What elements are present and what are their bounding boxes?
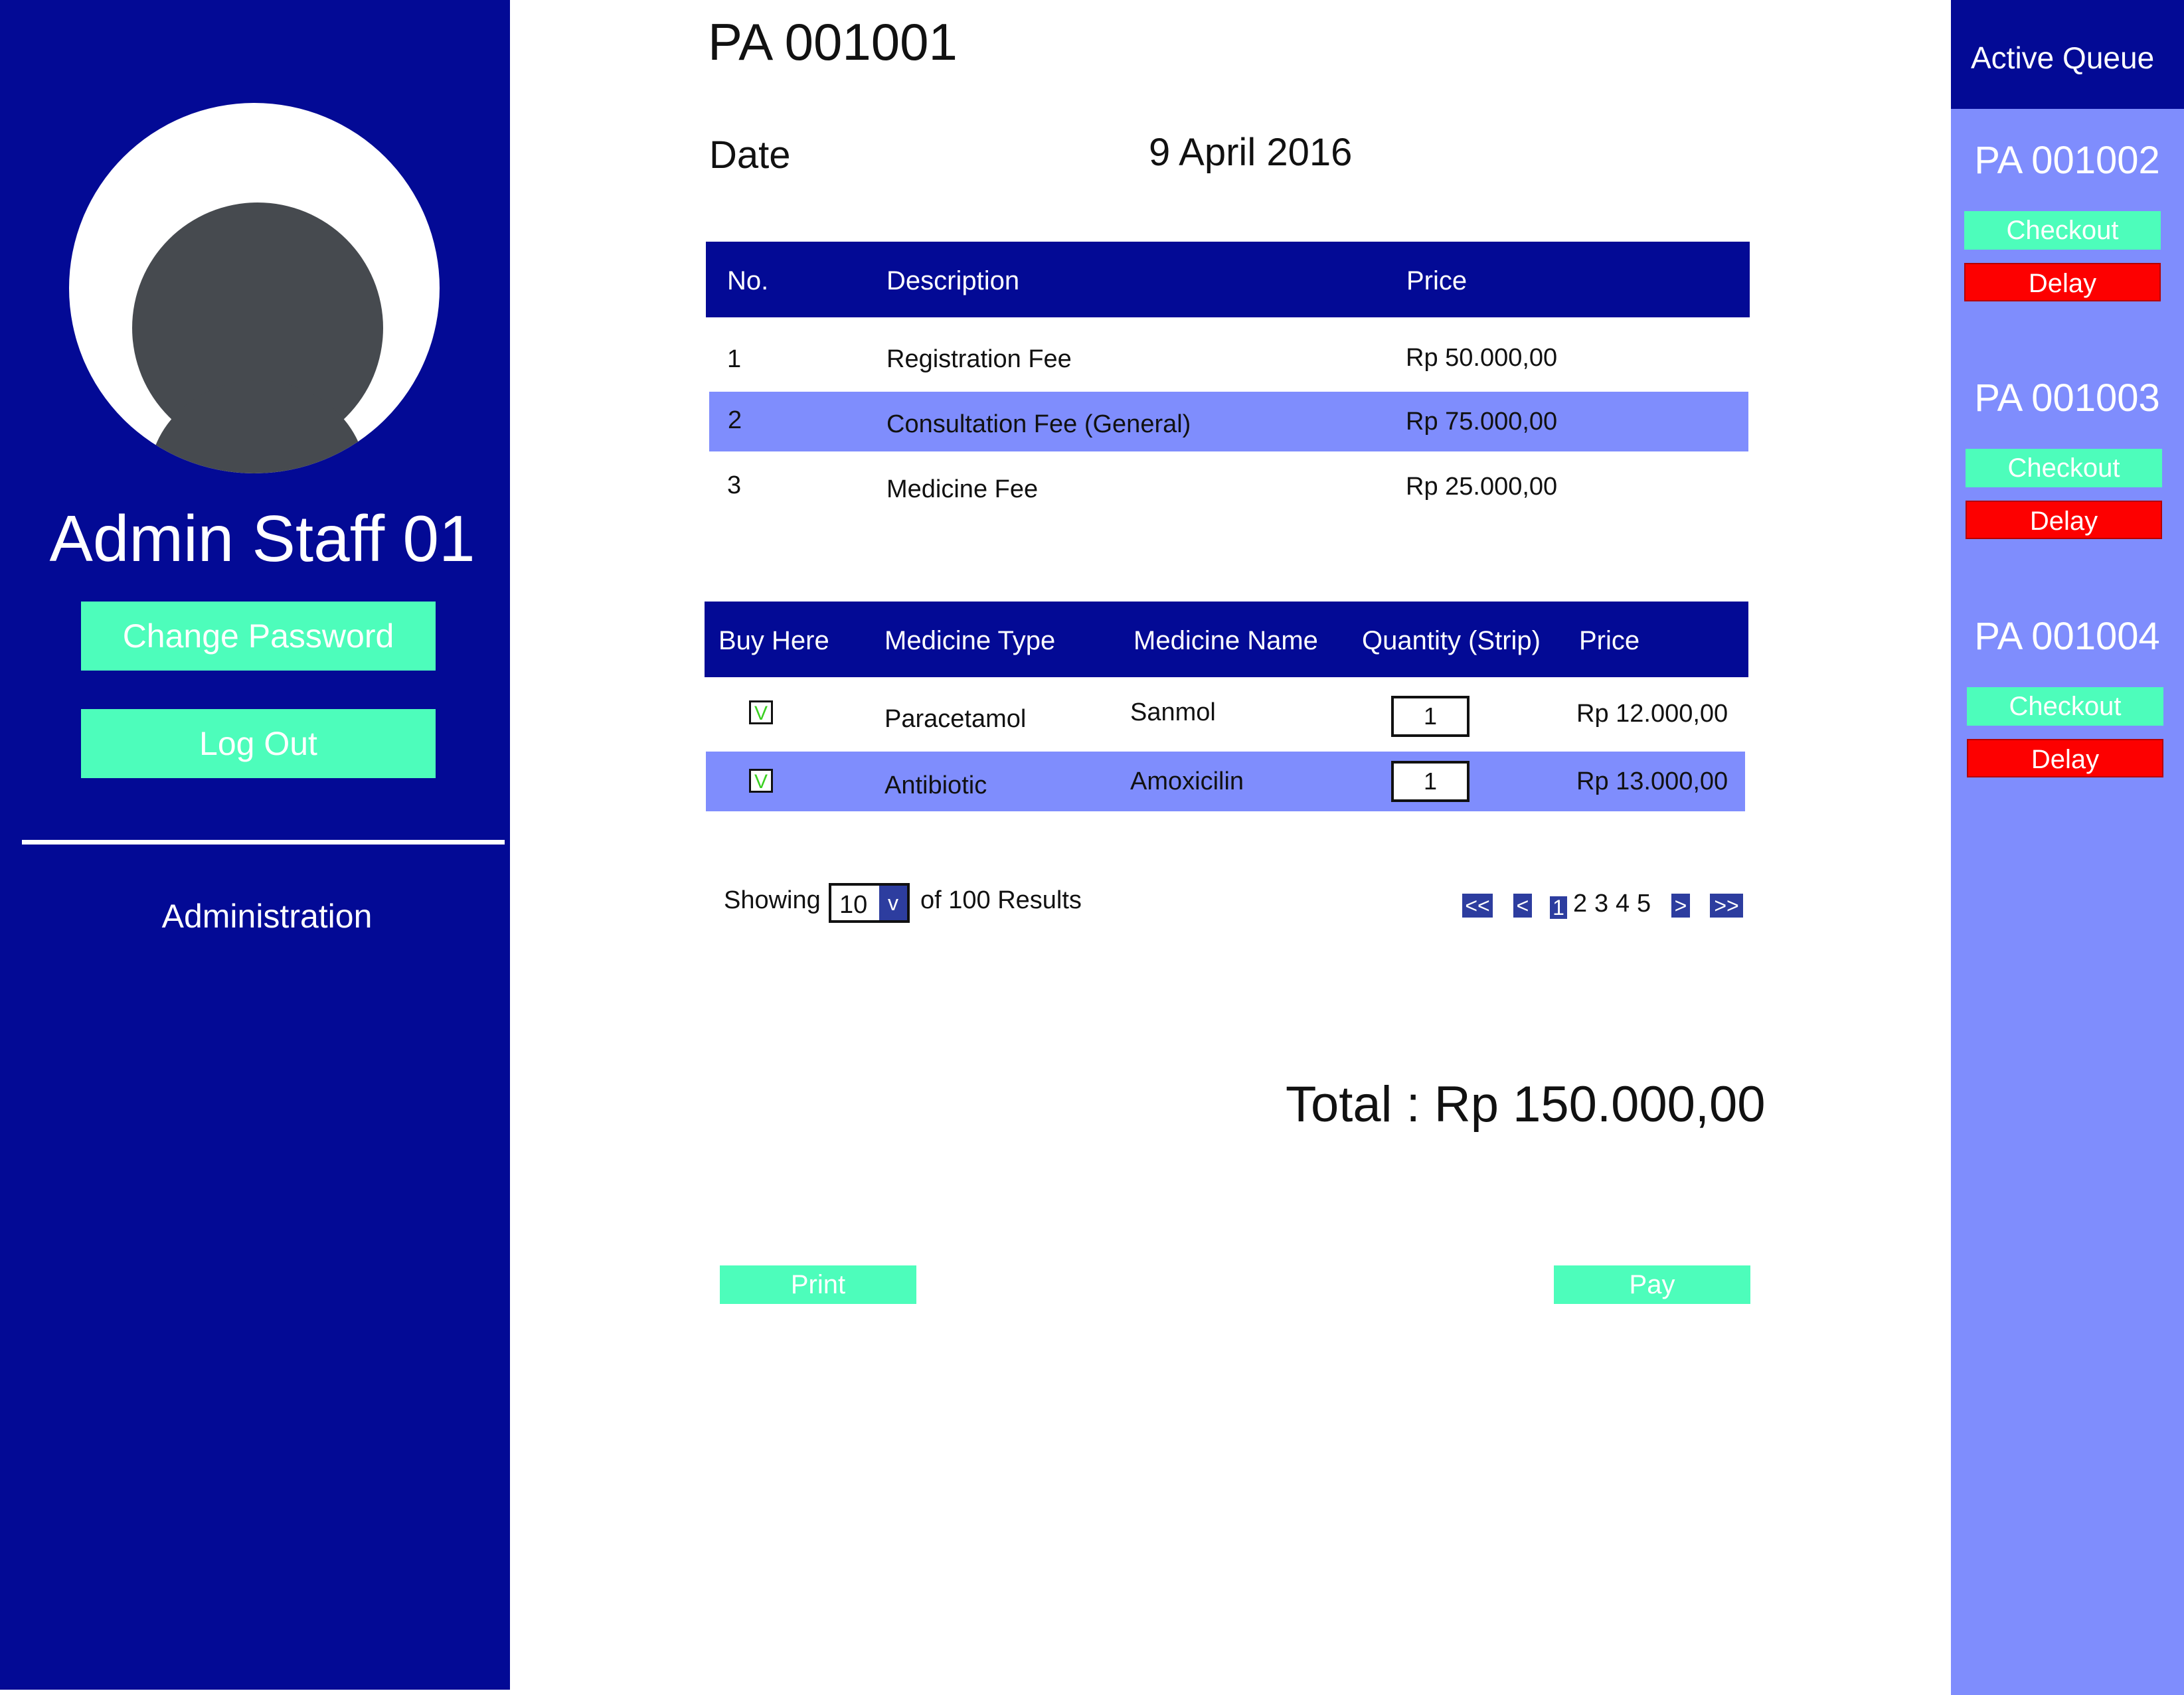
table-row: 2 Consultation Fee (General) Rp 75.000,0… <box>709 392 1748 451</box>
next-page-button[interactable]: > <box>1671 894 1690 918</box>
medicine-name: Amoxicilin <box>1130 767 1244 795</box>
page-1-button[interactable]: 1 <box>1550 896 1567 919</box>
queue-item-id[interactable]: PA 001004 <box>1952 614 2182 659</box>
medicine-name: Sanmol <box>1130 698 1216 726</box>
showing-label: Showing <box>724 886 821 914</box>
queue-panel <box>1951 0 2184 1695</box>
column-header-price: Price <box>1406 266 1468 295</box>
medicine-type: Paracetamol <box>884 705 1027 733</box>
buy-checkbox[interactable]: V <box>749 700 773 724</box>
prev-page-button[interactable]: < <box>1513 894 1532 918</box>
queue-item-id[interactable]: PA 001003 <box>1952 376 2182 420</box>
fee-price: Rp 50.000,00 <box>1406 344 1558 372</box>
fee-no: 1 <box>727 345 742 373</box>
sidebar-item-administration[interactable]: Administration <box>0 897 534 935</box>
fee-no: 3 <box>727 471 742 499</box>
page-size-value: 10 <box>839 891 868 919</box>
delay-button[interactable]: Delay <box>1964 263 2161 301</box>
fee-description: Medicine Fee <box>886 475 1039 503</box>
page-title: PA 001001 <box>708 13 958 71</box>
quantity-input[interactable]: 1 <box>1391 761 1470 802</box>
column-header-medicine-type: Medicine Type <box>884 626 1056 655</box>
column-header-no: No. <box>727 266 769 295</box>
total-amount: Total : Rp 150.000,00 <box>1286 1076 1766 1133</box>
column-header-buy-here: Buy Here <box>718 626 829 655</box>
table-row: V Paracetamol Sanmol 1 Rp 12.000,00 <box>705 677 1748 752</box>
table-row: 3 Medicine Fee Rp 25.000,00 <box>706 451 1750 518</box>
queue-item-id[interactable]: PA 001002 <box>1952 138 2182 183</box>
page-3-button[interactable]: 3 <box>1594 890 1608 918</box>
column-header-quantity: Quantity (Strip) <box>1362 626 1541 655</box>
page-4-button[interactable]: 4 <box>1616 890 1630 918</box>
page-size-select[interactable]: 10 v <box>829 883 910 923</box>
fee-price: Rp 75.000,00 <box>1406 408 1558 436</box>
medicine-price: Rp 13.000,00 <box>1576 767 1728 795</box>
column-header-price: Price <box>1579 626 1640 655</box>
page-5-button[interactable]: 5 <box>1637 890 1651 918</box>
column-header-description: Description <box>886 266 1020 295</box>
table-row: 1 Registration Fee Rp 50.000,00 <box>706 317 1750 390</box>
medicine-price: Rp 12.000,00 <box>1576 700 1728 728</box>
delay-button[interactable]: Delay <box>1966 501 2162 539</box>
first-page-button[interactable]: << <box>1462 894 1493 918</box>
buy-checkbox[interactable]: V <box>749 769 773 793</box>
print-button[interactable]: Print <box>720 1265 916 1304</box>
date-value: 9 April 2016 <box>1149 131 1353 174</box>
checkout-button[interactable]: Checkout <box>1967 687 2163 726</box>
fee-description: Registration Fee <box>886 345 1072 373</box>
change-password-button[interactable]: Change Password <box>81 602 436 671</box>
column-header-medicine-name: Medicine Name <box>1134 626 1318 655</box>
fee-description: Consultation Fee (General) <box>886 410 1191 438</box>
queue-header: Active Queue <box>1951 0 2184 109</box>
last-page-button[interactable]: >> <box>1710 894 1743 918</box>
queue-title: Active Queue <box>1971 40 2155 75</box>
results-count: of 100 Results <box>920 886 1082 914</box>
delay-button[interactable]: Delay <box>1967 739 2163 777</box>
medicine-table-header: Buy Here Medicine Type Medicine Name Qua… <box>705 602 1748 677</box>
checkout-button[interactable]: Checkout <box>1966 449 2162 487</box>
chevron-down-icon[interactable]: v <box>879 886 907 920</box>
table-row: V Antibiotic Amoxicilin 1 Rp 13.000,00 <box>706 752 1745 811</box>
fees-table-header: No. Description Price <box>706 242 1750 317</box>
avatar <box>69 103 440 473</box>
user-name: Admin Staff 01 <box>49 502 475 575</box>
medicine-type: Antibiotic <box>884 771 987 799</box>
fee-price: Rp 25.000,00 <box>1406 473 1558 501</box>
quantity-input[interactable]: 1 <box>1391 696 1470 737</box>
logout-button[interactable]: Log Out <box>81 709 436 778</box>
checkout-button[interactable]: Checkout <box>1964 211 2161 250</box>
fee-no: 2 <box>728 406 742 434</box>
date-label: Date <box>709 133 791 177</box>
pay-button[interactable]: Pay <box>1554 1265 1750 1304</box>
sidebar-divider <box>22 840 505 845</box>
page-2-button[interactable]: 2 <box>1573 890 1587 918</box>
